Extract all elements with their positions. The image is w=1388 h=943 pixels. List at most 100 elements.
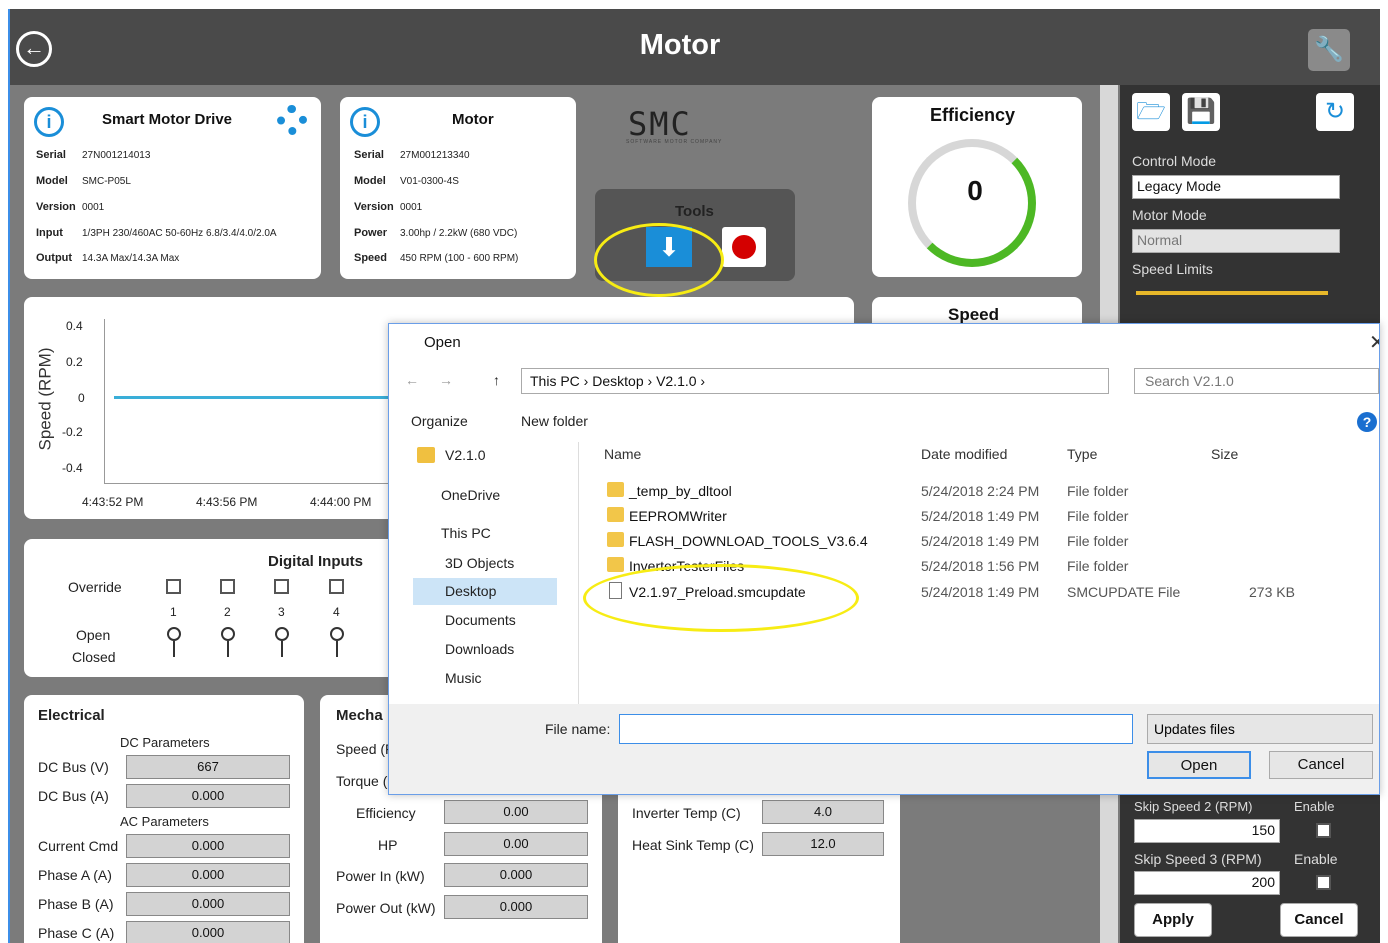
dc-bus-a-label: DC Bus (A) bbox=[38, 788, 109, 804]
efficiency-title: Efficiency bbox=[930, 105, 1016, 125]
y-tick: -0.2 bbox=[62, 425, 83, 439]
gear-icon[interactable] bbox=[277, 105, 307, 135]
settings-cancel-button[interactable]: Cancel bbox=[1280, 903, 1358, 937]
phase-c-label: Phase C (A) bbox=[38, 925, 115, 941]
breadcrumb-v210[interactable]: V2.1.0 bbox=[656, 373, 696, 389]
nav-item[interactable]: 3D Objects bbox=[413, 550, 557, 577]
folder-open-icon[interactable]: 🗁 bbox=[1132, 93, 1170, 131]
info-icon[interactable]: i bbox=[350, 107, 380, 137]
override-checkbox-1[interactable] bbox=[166, 579, 181, 594]
file-row[interactable]: _temp_by_dltool 5/24/2018 2:24 PM File fol… bbox=[605, 479, 1365, 503]
back-icon[interactable]: ← bbox=[405, 372, 419, 388]
skip-speed-2-input[interactable]: 150 bbox=[1134, 819, 1280, 843]
mechanical-title: Mecha bbox=[336, 707, 383, 724]
open-button[interactable]: Open bbox=[1147, 751, 1251, 779]
override-label: Override bbox=[68, 579, 122, 595]
file-row[interactable]: EEPROMWriter 5/24/2018 1:49 PM File folder bbox=[605, 504, 1365, 528]
column-name[interactable]: Name bbox=[604, 446, 641, 462]
highlight-ellipse bbox=[594, 223, 724, 297]
file-type-select[interactable]: Updates files bbox=[1147, 714, 1373, 744]
breadcrumb-desktop[interactable]: Desktop bbox=[592, 373, 643, 389]
open-file-dialog: Open ✕ ← → ↑ This PC › Desktop › V2.1.0 … bbox=[388, 323, 1380, 795]
help-icon[interactable]: ? bbox=[1357, 412, 1377, 432]
motor-title: Motor bbox=[452, 111, 494, 128]
input-number: 2 bbox=[224, 605, 231, 619]
reset-icon[interactable]: ↻ bbox=[1316, 93, 1354, 131]
breadcrumb-this-pc[interactable]: This PC bbox=[530, 373, 580, 389]
efficiency-label: Efficiency bbox=[356, 805, 416, 821]
nav-item[interactable]: This PC bbox=[409, 520, 553, 547]
skip-speed-2-enable[interactable] bbox=[1316, 823, 1331, 838]
dc-bus-v-label: DC Bus (V) bbox=[38, 759, 109, 775]
motor-power: Power 3.00hp / 2.2kW (680 VDC) bbox=[354, 227, 518, 239]
current-cmd-value: 0.000 bbox=[126, 834, 290, 858]
page-title: Motor bbox=[639, 29, 721, 61]
search-input[interactable]: Search V2.1.0 bbox=[1134, 368, 1379, 394]
title-bar: ← Motor 🔧 bbox=[10, 9, 1380, 85]
smc-logo: SMC bbox=[628, 105, 692, 143]
tools-label: Tools bbox=[675, 203, 714, 220]
nav-item[interactable]: V2.1.0 bbox=[413, 442, 557, 469]
file-row[interactable]: FLASH_DOWNLOAD_TOOLS_V3.6.4 5/24/2018 1:4… bbox=[605, 529, 1365, 553]
hp-label: HP bbox=[378, 837, 398, 853]
file-name-input[interactable] bbox=[619, 714, 1133, 744]
apply-button[interactable]: Apply bbox=[1134, 903, 1212, 937]
override-checkbox-3[interactable] bbox=[274, 579, 289, 594]
motor-speed: Speed 450 RPM (100 - 600 RPM) bbox=[354, 252, 519, 264]
current-cmd-label: Current Cmd bbox=[38, 838, 119, 854]
motor-model: Model V01-0300-4S bbox=[354, 175, 459, 187]
column-type[interactable]: Type bbox=[1067, 446, 1097, 462]
chart-ylabel: Speed (RPM) bbox=[35, 347, 55, 451]
y-tick: 0.2 bbox=[66, 355, 83, 369]
override-checkbox-4[interactable] bbox=[329, 579, 344, 594]
folder-icon bbox=[607, 507, 624, 522]
speed-series-line bbox=[114, 396, 394, 399]
power-out-field: 0.000 bbox=[444, 895, 588, 919]
new-folder-button[interactable]: New folder bbox=[521, 413, 588, 429]
skip-speed-3-enable[interactable] bbox=[1316, 875, 1331, 890]
nav-item[interactable]: Documents bbox=[413, 607, 557, 634]
dc-bus-v-value: 667 bbox=[126, 755, 290, 779]
close-icon[interactable]: ✕ bbox=[1369, 330, 1379, 355]
nav-item[interactable]: Music bbox=[413, 665, 557, 692]
speed-limits-slider[interactable] bbox=[1136, 291, 1328, 295]
electrical-card: Electrical DC Parameters DC Bus (V) 667 … bbox=[24, 695, 304, 943]
forward-icon[interactable]: → bbox=[439, 372, 453, 388]
phase-c-value: 0.000 bbox=[126, 921, 290, 943]
info-icon[interactable]: i bbox=[34, 107, 64, 137]
switch-icon bbox=[330, 627, 344, 657]
record-button[interactable] bbox=[722, 227, 766, 267]
heat-sink-temp-value: 12.0 bbox=[762, 832, 884, 856]
drive-serial: Serial 27N001214013 bbox=[36, 149, 151, 161]
nav-item[interactable]: Desktop bbox=[413, 578, 557, 605]
x-tick: 4:44:00 PM bbox=[310, 495, 372, 509]
folder-icon bbox=[607, 557, 624, 572]
address-bar[interactable]: This PC › Desktop › V2.1.0 › bbox=[521, 368, 1109, 394]
override-checkbox-2[interactable] bbox=[220, 579, 235, 594]
y-tick: 0.4 bbox=[66, 319, 83, 333]
nav-item[interactable]: Downloads bbox=[413, 636, 557, 663]
power-in-field: 0.000 bbox=[444, 863, 588, 887]
dc-parameters-label: DC Parameters bbox=[120, 735, 210, 750]
up-icon[interactable]: ↑ bbox=[493, 372, 500, 388]
wrench-icon[interactable]: 🔧 bbox=[1308, 29, 1350, 71]
column-size[interactable]: Size bbox=[1211, 446, 1238, 462]
navigation-pane: V2.1.0 OneDrive This PC 3D Objects Deskt… bbox=[389, 442, 579, 704]
motor-mode-select[interactable]: Normal bbox=[1132, 229, 1340, 253]
save-icon[interactable]: 💾 bbox=[1182, 93, 1220, 131]
motor-version: Version 0001 bbox=[354, 201, 423, 213]
phase-a-value: 0.000 bbox=[126, 863, 290, 887]
control-mode-select[interactable]: Legacy Mode bbox=[1132, 175, 1340, 199]
electrical-title: Electrical bbox=[38, 707, 105, 724]
y-tick: 0 bbox=[78, 391, 85, 405]
efficiency-field: 0.00 bbox=[444, 800, 588, 824]
organize-button[interactable]: Organize bbox=[411, 413, 468, 429]
cancel-button[interactable]: Cancel bbox=[1269, 751, 1373, 779]
skip-speed-3-input[interactable]: 200 bbox=[1134, 871, 1280, 895]
skip-speed-2-label: Skip Speed 2 (RPM) bbox=[1134, 799, 1253, 814]
nav-item[interactable]: OneDrive bbox=[409, 482, 553, 509]
drive-card: i Smart Motor Drive Serial 27N001214013 M… bbox=[24, 97, 321, 279]
column-date[interactable]: Date modified bbox=[921, 446, 1007, 462]
efficiency-value: 0 bbox=[967, 175, 983, 206]
switch-icon bbox=[167, 627, 181, 657]
